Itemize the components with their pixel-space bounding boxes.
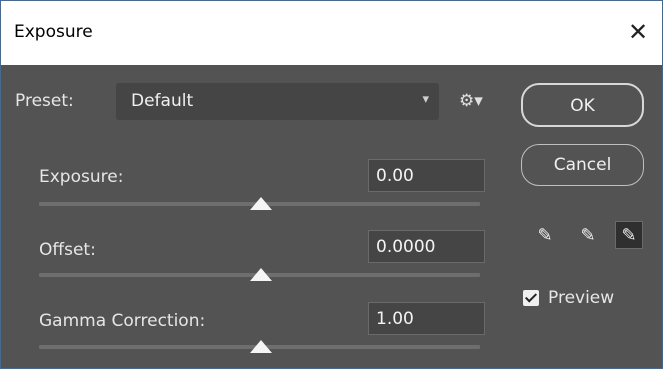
gear-icon[interactable]: ⚙▾: [459, 91, 483, 111]
gamma-slider-thumb[interactable]: [250, 340, 272, 353]
gamma-label: Gamma Correction:: [39, 311, 206, 331]
offset-field[interactable]: 0.0000: [368, 230, 485, 263]
gamma-field[interactable]: 1.00: [368, 302, 485, 335]
chevron-down-icon: ▾: [422, 92, 429, 107]
exposure-label: Exposure:: [39, 167, 124, 187]
close-icon[interactable]: ✕: [622, 15, 654, 49]
offset-slider-thumb[interactable]: [250, 268, 272, 281]
ok-button[interactable]: OK: [521, 83, 644, 127]
cancel-button[interactable]: Cancel: [521, 144, 644, 186]
window-title: Exposure: [14, 22, 93, 42]
title-bar: Exposure ✕: [1, 1, 662, 65]
preset-value: Default: [131, 91, 194, 111]
offset-label: Offset:: [39, 240, 96, 260]
preview-checkbox[interactable]: [523, 290, 539, 306]
eyedropper-white-point-icon[interactable]: ✎: [615, 221, 643, 249]
preset-label: Preset:: [15, 91, 74, 111]
exposure-field[interactable]: 0.00: [368, 159, 485, 192]
exposure-slider-thumb[interactable]: [250, 197, 272, 210]
preset-select[interactable]: Default ▾: [116, 83, 439, 120]
preview-label: Preview: [548, 288, 615, 308]
exposure-dialog: Exposure ✕ Preset: Default ▾ ⚙▾ Exposure…: [0, 0, 663, 369]
eyedropper-black-point-icon[interactable]: ✎: [531, 221, 559, 249]
eyedropper-gray-point-icon[interactable]: ✎: [574, 221, 602, 249]
